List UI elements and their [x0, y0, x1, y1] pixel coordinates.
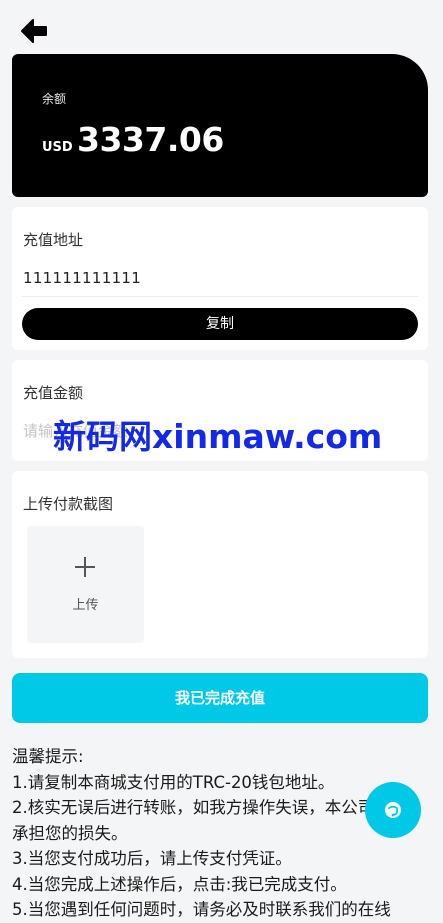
- upload-screenshot-title: 上传付款截图: [23, 495, 114, 513]
- upload-screenshot-card: 上传付款截图 上传: [12, 471, 428, 658]
- recharge-address-card: 充值地址 111111111111 复制: [12, 207, 428, 350]
- recharge-address-title: 充值地址: [23, 231, 84, 249]
- balance-label: 余额: [42, 92, 67, 106]
- upload-button[interactable]: 上传: [27, 526, 144, 643]
- upload-label: 上传: [72, 598, 99, 613]
- recharge-amount-title: 充值金额: [23, 384, 84, 402]
- balance-amount: 3337.06: [77, 120, 224, 159]
- chat-support-icon: [385, 802, 401, 818]
- back-button[interactable]: [20, 18, 50, 44]
- arrow-left-icon: [21, 19, 47, 43]
- divider: [22, 296, 418, 297]
- balance-currency: USD: [42, 140, 73, 155]
- balance-card: 余额 USD 3337.06: [12, 54, 428, 197]
- recharge-address-value: 111111111111: [23, 269, 142, 287]
- plus-icon: [75, 557, 95, 577]
- tips-line: 4.当您完成上述操作后，点击:我已完成支付。: [12, 874, 347, 894]
- tips-line: 3.当您支付成功后，请上传支付凭证。: [12, 849, 292, 868]
- chat-support-button[interactable]: [365, 782, 421, 838]
- copy-button[interactable]: 复制: [22, 308, 418, 340]
- watermark: 新码网xinmaw.com: [53, 417, 383, 456]
- tips-line: 5.当您遇到任何问题时，请务必及时联系我们的在线: [12, 900, 391, 919]
- recharge-complete-button[interactable]: 我已完成充值: [12, 673, 428, 723]
- tips-heading: 温馨提示:: [12, 747, 84, 766]
